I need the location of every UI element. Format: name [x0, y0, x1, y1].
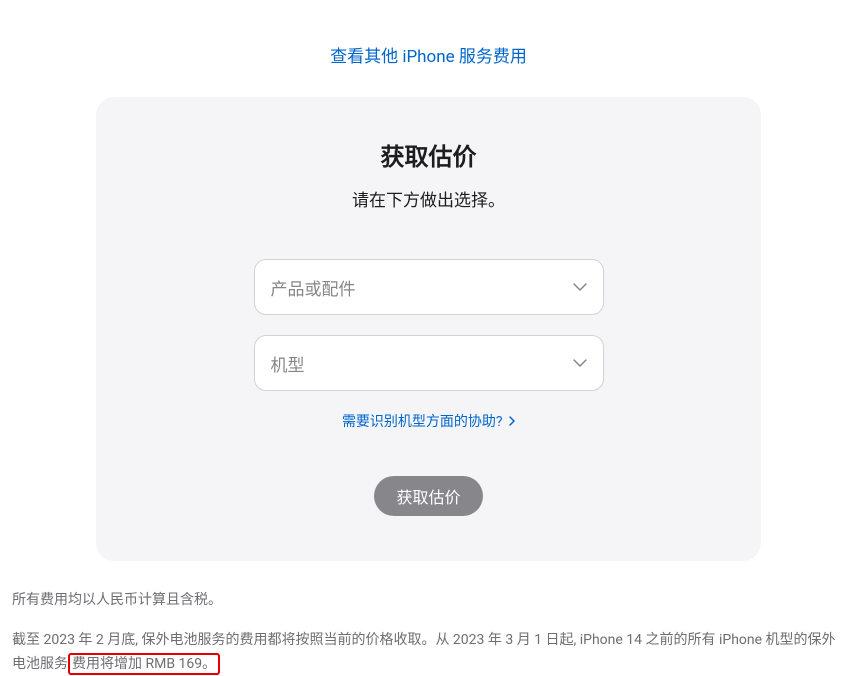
get-estimate-button[interactable]: 获取估价 — [374, 476, 482, 516]
chevron-right-icon — [509, 414, 515, 430]
chevron-down-icon — [573, 356, 587, 370]
chevron-down-icon — [573, 280, 587, 294]
other-services-link[interactable]: 查看其他 iPhone 服务费用 — [330, 47, 527, 67]
card-subtitle: 请在下方做出选择。 — [146, 186, 711, 211]
product-select-wrapper: 产品或配件 — [254, 259, 604, 315]
help-link-text: 需要识别机型方面的协助? — [342, 414, 503, 430]
product-select-placeholder: 产品或配件 — [271, 275, 356, 300]
model-select-wrapper: 机型 — [254, 335, 604, 391]
help-link-row: 需要识别机型方面的协助? — [146, 411, 711, 431]
estimate-card: 获取估价 请在下方做出选择。 产品或配件 机型 需要识别机型方面的协助? — [96, 97, 761, 561]
identify-model-help-link[interactable]: 需要识别机型方面的协助? — [342, 414, 515, 430]
product-select[interactable]: 产品或配件 — [254, 259, 604, 315]
footer-line-2: 截至 2023 年 2 月底, 保外电池服务的费用都将按照当前的价格收取。从 2… — [12, 629, 845, 676]
price-increase-highlight: 费用将增加 RMB 169。 — [68, 653, 220, 675]
model-select-placeholder: 机型 — [271, 351, 305, 376]
top-link-row: 查看其他 iPhone 服务费用 — [10, 0, 847, 97]
card-title: 获取估价 — [146, 137, 711, 172]
footer-line-1: 所有费用均以人民币计算且含税。 — [12, 589, 845, 613]
model-select[interactable]: 机型 — [254, 335, 604, 391]
